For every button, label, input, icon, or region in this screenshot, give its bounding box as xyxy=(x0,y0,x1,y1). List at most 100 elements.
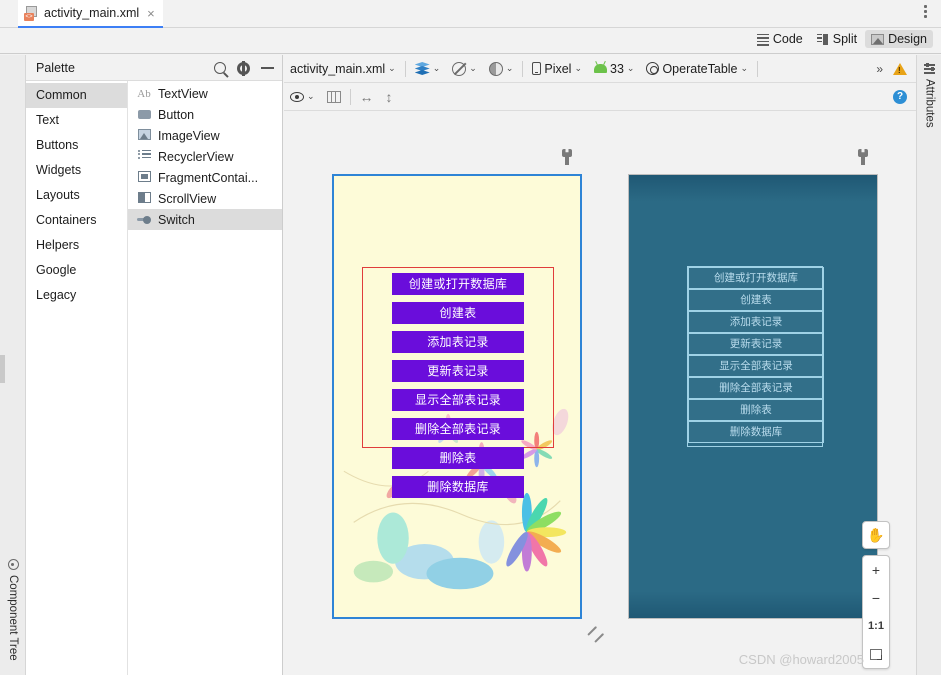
overflow-chevron-icon[interactable]: » xyxy=(876,62,883,76)
palette-item-switch[interactable]: Switch xyxy=(128,209,282,230)
preview-button-update-record[interactable]: 更新表记录 xyxy=(392,360,524,382)
chevron-down-icon: ⌄ xyxy=(388,63,396,73)
fragment-container-icon xyxy=(137,170,151,185)
help-icon[interactable]: ? xyxy=(893,89,907,104)
api-level-selector[interactable]: 33 ⌄ xyxy=(588,58,640,80)
vertical-resize-button[interactable]: ↕ xyxy=(380,86,399,108)
phone-icon xyxy=(532,62,542,75)
palette-item-scrollview[interactable]: ScrollView xyxy=(128,188,282,209)
palette-item-recyclerview[interactable]: RecyclerView xyxy=(128,146,282,167)
warning-icon[interactable] xyxy=(893,62,907,75)
preview-button-add-record[interactable]: 添加表记录 xyxy=(392,331,524,353)
more-options-icon[interactable] xyxy=(917,5,933,23)
chevron-down-icon: ⌄ xyxy=(740,63,749,73)
blueprint-button-create-table[interactable]: 创建表 xyxy=(688,289,824,311)
palette-panel: Palette Common Text Buttons Widgets Layo… xyxy=(26,55,283,675)
chevron-down-icon: ⌄ xyxy=(505,63,514,73)
editor-mode-bar: Code Split Design xyxy=(0,28,941,54)
hand-icon: ✋ xyxy=(867,527,885,543)
design-surface-toolbar: activity_main.xml ⌄ ⌄ ⌄ ⌄ Pixel ⌄ 33 ⌄ O… xyxy=(284,55,916,83)
preview-button-delete-all-records[interactable]: 删除全部表记录 xyxy=(392,418,524,440)
pan-tool-button[interactable]: ✋ xyxy=(862,521,890,549)
palette-category-legacy[interactable]: Legacy xyxy=(26,283,127,308)
blueprint-button-delete-table[interactable]: 删除表 xyxy=(688,399,824,421)
preview-button-create-or-open-db[interactable]: 创建或打开数据库 xyxy=(392,273,524,295)
preview-button-show-all-records[interactable]: 显示全部表记录 xyxy=(392,389,524,411)
file-tab-label: activity_main.xml xyxy=(44,6,140,20)
orientation-button[interactable]: ⌄ xyxy=(446,58,483,80)
zoom-out-button[interactable]: − xyxy=(863,584,889,612)
palette-category-text[interactable]: Text xyxy=(26,108,127,133)
palette-item-label: Switch xyxy=(158,212,195,227)
zoom-in-button[interactable]: + xyxy=(863,556,889,584)
file-tab-activity-main[interactable]: <> activity_main.xml × xyxy=(18,0,163,28)
blueprint-button-delete-all-records[interactable]: 删除全部表记录 xyxy=(688,377,824,399)
palette-category-common[interactable]: Common xyxy=(26,83,127,108)
palette-header: Palette xyxy=(26,55,282,81)
android-icon xyxy=(594,64,607,73)
night-mode-button[interactable]: ⌄ xyxy=(483,58,520,80)
zoom-to-fit-button[interactable] xyxy=(863,640,889,668)
palette-title: Palette xyxy=(36,60,75,75)
search-icon[interactable] xyxy=(214,62,226,74)
blueprint-button-update-record[interactable]: 更新表记录 xyxy=(688,333,824,355)
gear-icon[interactable] xyxy=(237,61,250,75)
mode-split[interactable]: Split xyxy=(811,30,863,48)
palette-item-button[interactable]: Button xyxy=(128,104,282,125)
mode-design[interactable]: Design xyxy=(865,30,933,48)
blueprint-button-create-or-open-db[interactable]: 创建或打开数据库 xyxy=(688,267,824,289)
toolbar-separator xyxy=(757,60,759,77)
palette-category-helpers[interactable]: Helpers xyxy=(26,233,127,258)
actual-size-button[interactable]: 1:1 xyxy=(863,612,889,640)
render-resize-handle[interactable] xyxy=(584,621,608,645)
preview-button-delete-database[interactable]: 删除数据库 xyxy=(392,476,524,498)
design-view-options-toolbar: ⌄ ↔ ↕ ? xyxy=(284,83,916,111)
close-icon[interactable]: × xyxy=(145,7,157,20)
palette-category-containers[interactable]: Containers xyxy=(26,208,127,233)
palette-category-buttons[interactable]: Buttons xyxy=(26,133,127,158)
preview-button-create-table[interactable]: 创建表 xyxy=(392,302,524,324)
wrench-icon[interactable] xyxy=(856,149,870,165)
device-selector[interactable]: Pixel ⌄ xyxy=(526,58,588,80)
tool-window-component-tree[interactable]: Component Tree xyxy=(0,553,26,667)
blueprint-button-delete-database[interactable]: 删除数据库 xyxy=(688,421,824,443)
theme-label: OperateTable xyxy=(662,61,738,76)
palette-category-google[interactable]: Google xyxy=(26,258,127,283)
layout-variants-button[interactable] xyxy=(321,86,347,108)
editor-tab-bar: <> activity_main.xml × xyxy=(0,0,941,28)
wrench-icon[interactable] xyxy=(560,149,574,165)
theme-selector[interactable]: OperateTable ⌄ xyxy=(640,58,754,80)
layout-file-selector[interactable]: activity_main.xml ⌄ xyxy=(284,58,402,80)
xml-badge: <> xyxy=(24,12,34,21)
blueprint-button-add-record[interactable]: 添加表记录 xyxy=(688,311,824,333)
button-icon xyxy=(137,108,151,122)
chevron-down-icon: ⌄ xyxy=(307,91,315,101)
tool-window-attributes[interactable]: Attributes xyxy=(917,57,941,134)
minimize-icon[interactable] xyxy=(261,67,274,69)
palette-category-layouts[interactable]: Layouts xyxy=(26,183,127,208)
palette-item-label: FragmentContai... xyxy=(158,170,259,185)
recyclerview-icon xyxy=(137,149,151,164)
palette-item-imageview[interactable]: ImageView xyxy=(128,125,282,146)
panel-splitter-grip[interactable] xyxy=(0,355,5,383)
blueprint-layout-bounds: 创建或打开数据库 创建表 添加表记录 更新表记录 显示全部表记录 删除全部表记录… xyxy=(687,266,824,447)
eye-icon xyxy=(290,91,304,102)
device-preview-blueprint[interactable]: 创建或打开数据库 创建表 添加表记录 更新表记录 显示全部表记录 删除全部表记录… xyxy=(628,174,878,619)
blueprint-button-show-all-records[interactable]: 显示全部表记录 xyxy=(688,355,824,377)
design-blueprint-mode-button[interactable]: ⌄ xyxy=(409,58,447,80)
columns-icon xyxy=(326,90,341,103)
palette-item-textview[interactable]: Ab TextView xyxy=(128,83,282,104)
design-icon xyxy=(871,33,885,45)
design-canvas[interactable]: 创建或打开数据库 创建表 添加表记录 更新表记录 显示全部表记录 删除全部表记录… xyxy=(284,111,916,675)
horizontal-resize-button[interactable]: ↔ xyxy=(354,86,380,108)
view-options-button[interactable]: ⌄ xyxy=(284,86,321,108)
view-toolbar-right-group: ? xyxy=(893,89,916,104)
palette-item-fragmentcontainerview[interactable]: FragmentContai... xyxy=(128,167,282,188)
preview-button-delete-table[interactable]: 删除表 xyxy=(392,447,524,469)
left-tool-strip: Palette Component Tree xyxy=(0,55,283,675)
textview-icon: Ab xyxy=(137,87,151,100)
device-preview-render[interactable]: 创建或打开数据库 创建表 添加表记录 更新表记录 显示全部表记录 删除全部表记录… xyxy=(332,174,582,619)
palette-category-widgets[interactable]: Widgets xyxy=(26,158,127,183)
mode-code[interactable]: Code xyxy=(751,30,809,48)
component-tree-icon xyxy=(7,559,19,571)
